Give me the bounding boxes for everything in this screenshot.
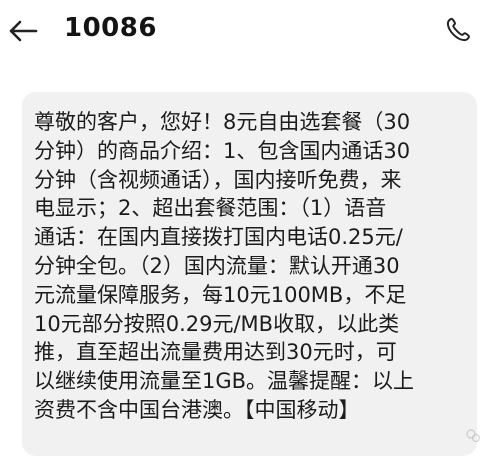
message-line: 分钟）的商品介绍：1、包含国内通话30 <box>34 138 411 163</box>
message-line: 分钟全包。（2）国内流量：默认开通30 <box>34 253 400 278</box>
message-line: 推，直至超出流量费用达到30元时，可 <box>34 340 397 365</box>
message-line: 以继续使用流量至1GB。温馨提醒：以上 <box>34 369 415 394</box>
message-line: 10元部分按照0.29元/MB收取，以此类 <box>34 311 400 336</box>
message-line: 电显示；2、超出套餐范围：（1）语音 <box>34 196 387 221</box>
message-line: 尊敬的客户，您好！8元自由选套餐（30 <box>34 110 411 134</box>
arrow-left-icon <box>9 20 38 42</box>
watermark-icon <box>466 429 481 443</box>
contact-title: 10086 <box>64 13 157 43</box>
message-line: 分钟（含视频通话），国内接听免费，来 <box>34 167 402 192</box>
message-bubble[interactable]: 尊敬的客户，您好！8元自由选套餐（30 分钟）的商品介绍：1、包含国内通话30 … <box>22 92 477 456</box>
back-button[interactable] <box>6 16 40 46</box>
message-line: 通话：在国内直接拨打国内电话0.25元/ <box>34 225 403 250</box>
app-header: 10086 <box>0 0 484 68</box>
message-line: 元流量保障服务，每10元100MB，不足 <box>34 282 407 307</box>
message-line: 资费不含中国台港澳。【中国移动】 <box>34 397 360 422</box>
phone-icon <box>446 17 470 42</box>
call-button[interactable] <box>442 14 474 46</box>
